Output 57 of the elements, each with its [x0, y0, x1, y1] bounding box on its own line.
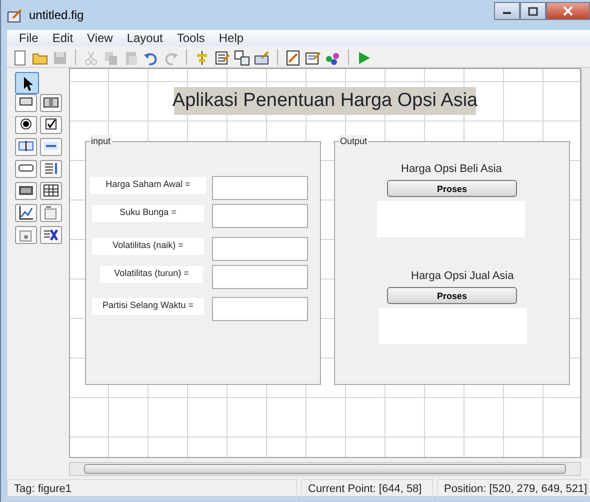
palette-tool-button[interactable] [15, 72, 39, 94]
panel-title: input [90, 135, 112, 147]
field-label: Harga Saham Awal = [90, 177, 206, 194]
input-field[interactable] [212, 265, 308, 289]
figure-title: Aplikasi Penentuan Harga Opsi Asia [174, 87, 476, 115]
palette-tool-button[interactable] [40, 182, 62, 200]
menu-item[interactable]: Tools [176, 29, 205, 47]
palette-tool-button[interactable] [40, 94, 62, 112]
field-label: Volatilitas (turun) = [100, 266, 203, 283]
toolbar-editor-icon[interactable] [254, 48, 270, 64]
activex-tool-icon [43, 227, 59, 243]
palette-tool-button[interactable] [40, 226, 62, 244]
palette-tool-button[interactable] [40, 116, 62, 134]
menu-item[interactable]: Edit [52, 29, 74, 47]
input-field[interactable] [212, 297, 308, 321]
section-heading: Harga Opsi Beli Asia [401, 162, 502, 177]
position-readout: Position: [520, 279, 649, 521] [437, 479, 588, 499]
horizontal-scrollbar[interactable] [69, 462, 581, 476]
palette-tool-button[interactable] [40, 160, 62, 178]
field-label: Suku Bunga = [92, 205, 204, 222]
align-icon[interactable] [194, 48, 210, 64]
axes-tool-icon [18, 205, 34, 221]
status-tag: Tag: figure1 [7, 479, 297, 499]
palette-tool-button[interactable] [15, 138, 37, 156]
proses-button[interactable]: Proses [387, 287, 517, 304]
listbox-tool-icon [43, 161, 59, 177]
input-field[interactable] [212, 204, 308, 228]
new-file-icon[interactable] [12, 48, 28, 64]
section-heading: Harga Opsi Jual Asia [411, 269, 514, 284]
input-field[interactable] [212, 176, 308, 200]
menu-item[interactable]: Help [218, 29, 244, 47]
proses-button[interactable]: Proses [387, 180, 517, 197]
maximize-button[interactable] [520, 2, 546, 20]
close-icon [563, 6, 573, 16]
palette-tool-button[interactable] [15, 160, 37, 178]
panel-title: Output [339, 135, 368, 147]
table-tool-icon [43, 183, 59, 199]
menu-editor-icon[interactable] [214, 48, 230, 64]
editor-icon[interactable] [285, 48, 301, 64]
vertical-scrollbar[interactable] [581, 68, 590, 458]
minimize-button[interactable] [494, 2, 520, 20]
menu-item[interactable]: File [19, 29, 38, 47]
field-label: Partisi Selang Waktu = [92, 298, 204, 315]
tab-order-icon[interactable] [234, 48, 250, 64]
field-label: Volatilitas (naik) = [92, 238, 204, 255]
maximize-icon [528, 6, 538, 16]
palette-tool-button[interactable] [15, 116, 37, 134]
panel-tool-icon [43, 205, 59, 221]
current-point: Current Point: [644, 58] [301, 479, 433, 499]
menu-item[interactable]: View [87, 29, 113, 47]
close-button[interactable] [546, 2, 590, 20]
window-title: untitled.fig [29, 7, 84, 24]
menu-item[interactable]: Layout [126, 29, 163, 47]
palette-tool-button[interactable] [15, 182, 37, 200]
palette-tool-button[interactable] [15, 204, 37, 222]
input-field[interactable] [212, 237, 308, 261]
palette-tool-button[interactable] [15, 94, 37, 112]
